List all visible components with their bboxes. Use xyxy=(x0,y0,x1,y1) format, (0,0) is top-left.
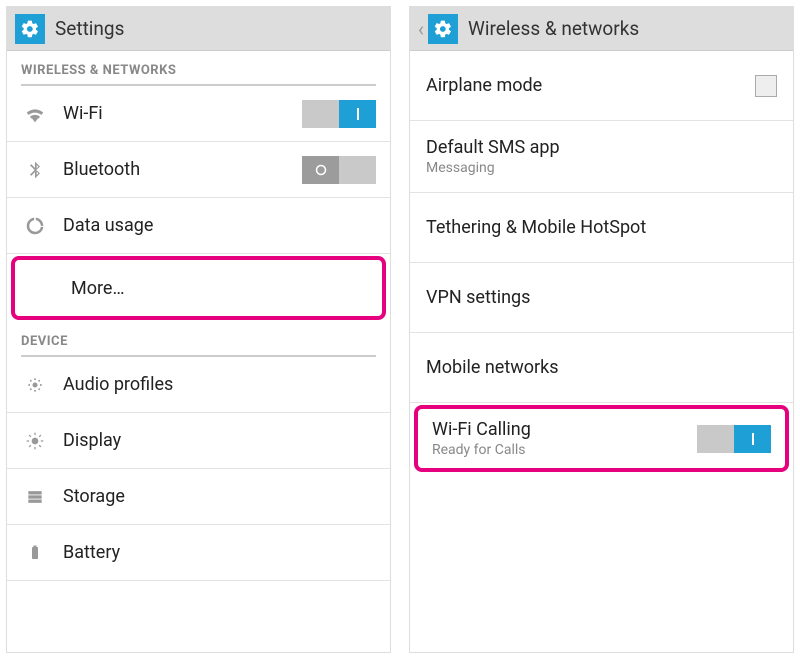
row-battery-label: Battery xyxy=(63,542,376,563)
row-battery[interactable]: Battery xyxy=(7,525,390,581)
wifi-toggle[interactable] xyxy=(302,100,376,128)
highlight-more: More… xyxy=(11,256,386,320)
row-wifi-calling-sublabel: Ready for Calls xyxy=(432,442,697,458)
section-header-wireless-networks: WIRELESS & NETWORKS xyxy=(7,51,390,84)
row-audio-profiles-label: Audio profiles xyxy=(63,374,376,395)
row-data-usage-label: Data usage xyxy=(63,215,376,236)
gear-icon xyxy=(15,14,45,44)
row-tethering-label: Tethering & Mobile HotSpot xyxy=(426,217,777,238)
row-audio-profiles[interactable]: Audio profiles xyxy=(7,357,390,413)
row-wifi-calling-label: Wi-Fi Calling xyxy=(432,419,697,440)
row-airplane-mode[interactable]: Airplane mode xyxy=(410,51,793,121)
row-wifi-calling[interactable]: Wi-Fi Calling Ready for Calls xyxy=(418,409,785,468)
row-mobile-networks[interactable]: Mobile networks xyxy=(410,333,793,403)
row-vpn[interactable]: VPN settings xyxy=(410,263,793,333)
wifi-icon xyxy=(21,103,49,125)
row-bluetooth[interactable]: Bluetooth xyxy=(7,142,390,198)
data-usage-icon xyxy=(21,216,49,236)
row-storage-label: Storage xyxy=(63,486,376,507)
row-mobile-networks-label: Mobile networks xyxy=(426,357,777,378)
airplane-mode-checkbox[interactable] xyxy=(755,75,777,97)
highlight-wifi-calling: Wi-Fi Calling Ready for Calls xyxy=(414,405,789,472)
display-icon xyxy=(21,431,49,451)
row-display[interactable]: Display xyxy=(7,413,390,469)
row-tethering[interactable]: Tethering & Mobile HotSpot xyxy=(410,193,793,263)
row-default-sms[interactable]: Default SMS app Messaging xyxy=(410,121,793,193)
storage-icon xyxy=(21,487,49,507)
row-more[interactable]: More… xyxy=(15,260,382,316)
gear-icon xyxy=(428,14,458,44)
row-wifi[interactable]: Wi-Fi xyxy=(7,86,390,142)
wireless-networks-screen: ‹ Wireless & networks Airplane mode Defa… xyxy=(409,6,794,653)
row-default-sms-label: Default SMS app xyxy=(426,137,777,158)
row-display-label: Display xyxy=(63,430,376,451)
row-airplane-label: Airplane mode xyxy=(426,75,755,96)
row-wifi-label: Wi-Fi xyxy=(63,103,302,124)
audio-profiles-icon xyxy=(21,375,49,395)
titlebar-wireless-text: Wireless & networks xyxy=(468,17,639,40)
settings-screen: Settings WIRELESS & NETWORKS Wi-Fi Bluet… xyxy=(6,6,391,653)
row-storage[interactable]: Storage xyxy=(7,469,390,525)
wifi-calling-toggle[interactable] xyxy=(697,425,771,453)
battery-icon xyxy=(21,543,49,563)
titlebar-settings: Settings xyxy=(7,7,390,51)
row-bluetooth-label: Bluetooth xyxy=(63,159,302,180)
row-data-usage[interactable]: Data usage xyxy=(7,198,390,254)
row-vpn-label: VPN settings xyxy=(426,287,777,308)
titlebar-settings-text: Settings xyxy=(55,17,124,40)
bluetooth-icon xyxy=(21,160,49,180)
titlebar-wireless: ‹ Wireless & networks xyxy=(410,7,793,51)
row-more-label: More… xyxy=(71,278,368,299)
bluetooth-toggle[interactable] xyxy=(302,156,376,184)
section-header-device: DEVICE xyxy=(7,322,390,355)
row-default-sms-sublabel: Messaging xyxy=(426,160,777,176)
